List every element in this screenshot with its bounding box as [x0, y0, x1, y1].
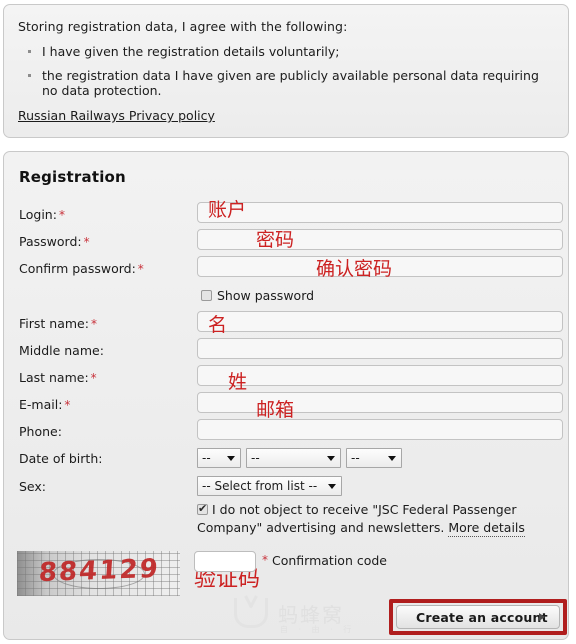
required-asterisk: *: [90, 317, 97, 331]
newsletter-checkbox[interactable]: [197, 502, 208, 515]
password-input[interactable]: [197, 229, 563, 250]
last-name-label: Last name: *: [19, 370, 97, 385]
chevron-down-icon: [227, 456, 235, 461]
required-asterisk: *: [58, 208, 65, 222]
consent-list: I have given the registration details vo…: [18, 44, 554, 98]
chevron-down-icon: [327, 456, 335, 461]
dob-month-value: --: [251, 451, 260, 465]
dob-day-select[interactable]: --: [197, 448, 241, 468]
login-input[interactable]: [197, 202, 563, 223]
triangle-right-icon: [539, 613, 545, 621]
first-name-input[interactable]: [197, 311, 563, 332]
middle-name-label: Middle name:: [19, 343, 104, 358]
last-name-input[interactable]: [197, 365, 563, 386]
confirm-password-input[interactable]: [197, 256, 563, 277]
password-label: Password: *: [19, 234, 90, 249]
dob-month-select[interactable]: --: [246, 448, 341, 468]
form-row-first-name: First name: *: [4, 311, 568, 338]
date-of-birth-label: Date of birth:: [19, 451, 103, 466]
form-row-login: Login: *: [4, 202, 568, 229]
first-name-label: First name: *: [19, 316, 97, 331]
form-row-password: Password: *: [4, 229, 568, 256]
registration-form: Login: * Password: * Confirm password: * Sh…: [4, 202, 568, 502]
email-label: E-mail: *: [19, 397, 71, 412]
sex-value: -- Select from list --: [202, 479, 318, 493]
consent-intro-text: Storing registration data, I agree with …: [18, 19, 348, 34]
show-password-checkbox[interactable]: [201, 290, 212, 301]
captcha-input[interactable]: [194, 551, 256, 572]
consent-panel: Storing registration data, I agree with …: [3, 4, 569, 138]
required-asterisk: *: [90, 371, 97, 385]
bullet-icon: [28, 50, 31, 53]
form-row-phone: Phone:: [4, 419, 568, 446]
consent-item-text: the registration data I have given are p…: [42, 68, 539, 98]
page-title: Registration: [19, 168, 126, 186]
dob-day-value: --: [202, 451, 211, 465]
consent-item-text: I have given the registration details vo…: [42, 44, 340, 59]
create-account-button[interactable]: Create an account: [396, 605, 560, 629]
show-password-toggle[interactable]: Show password: [201, 288, 314, 303]
show-password-label: Show password: [217, 288, 315, 303]
bullet-icon: [28, 74, 31, 77]
newsletter-consent-block: I do not object to receive "JSC Federal …: [197, 501, 559, 537]
form-row-sex: Sex: -- Select from list --: [4, 474, 568, 502]
privacy-policy-link[interactable]: Russian Railways Privacy policy: [18, 108, 215, 123]
login-label: Login: *: [19, 207, 65, 222]
form-row-date-of-birth: Date of birth: -- -- --: [4, 446, 568, 474]
required-asterisk: *: [262, 553, 268, 567]
more-details-link[interactable]: More details: [448, 520, 525, 537]
dob-year-select[interactable]: --: [346, 448, 402, 468]
consent-list-item: I have given the registration details vo…: [18, 44, 554, 59]
phone-label: Phone:: [19, 424, 62, 439]
create-account-label: Create an account: [416, 610, 548, 625]
confirmation-code-label: Confirmation code: [272, 553, 387, 568]
sex-label: Sex:: [19, 479, 47, 494]
captcha-code-text: 884129: [37, 553, 161, 589]
required-asterisk: *: [137, 262, 144, 276]
chevron-down-icon: [388, 456, 396, 461]
required-asterisk: *: [64, 398, 71, 412]
middle-name-input[interactable]: [197, 338, 563, 359]
form-row-middle-name: Middle name:: [4, 338, 568, 365]
required-asterisk: *: [83, 235, 90, 249]
form-row-email: E-mail: *: [4, 392, 568, 419]
chevron-down-icon: [328, 484, 336, 489]
email-input[interactable]: [197, 392, 563, 413]
consent-list-item: the registration data I have given are p…: [18, 68, 554, 98]
dob-year-value: --: [351, 451, 360, 465]
form-row-show-password: Show password: [4, 283, 568, 311]
form-row-confirm-password: Confirm password: *: [4, 256, 568, 283]
confirm-password-label: Confirm password: *: [19, 261, 144, 276]
captcha-image[interactable]: 884129: [17, 551, 180, 596]
phone-input[interactable]: [197, 419, 563, 440]
sex-select[interactable]: -- Select from list --: [197, 476, 342, 496]
form-row-last-name: Last name: *: [4, 365, 568, 392]
